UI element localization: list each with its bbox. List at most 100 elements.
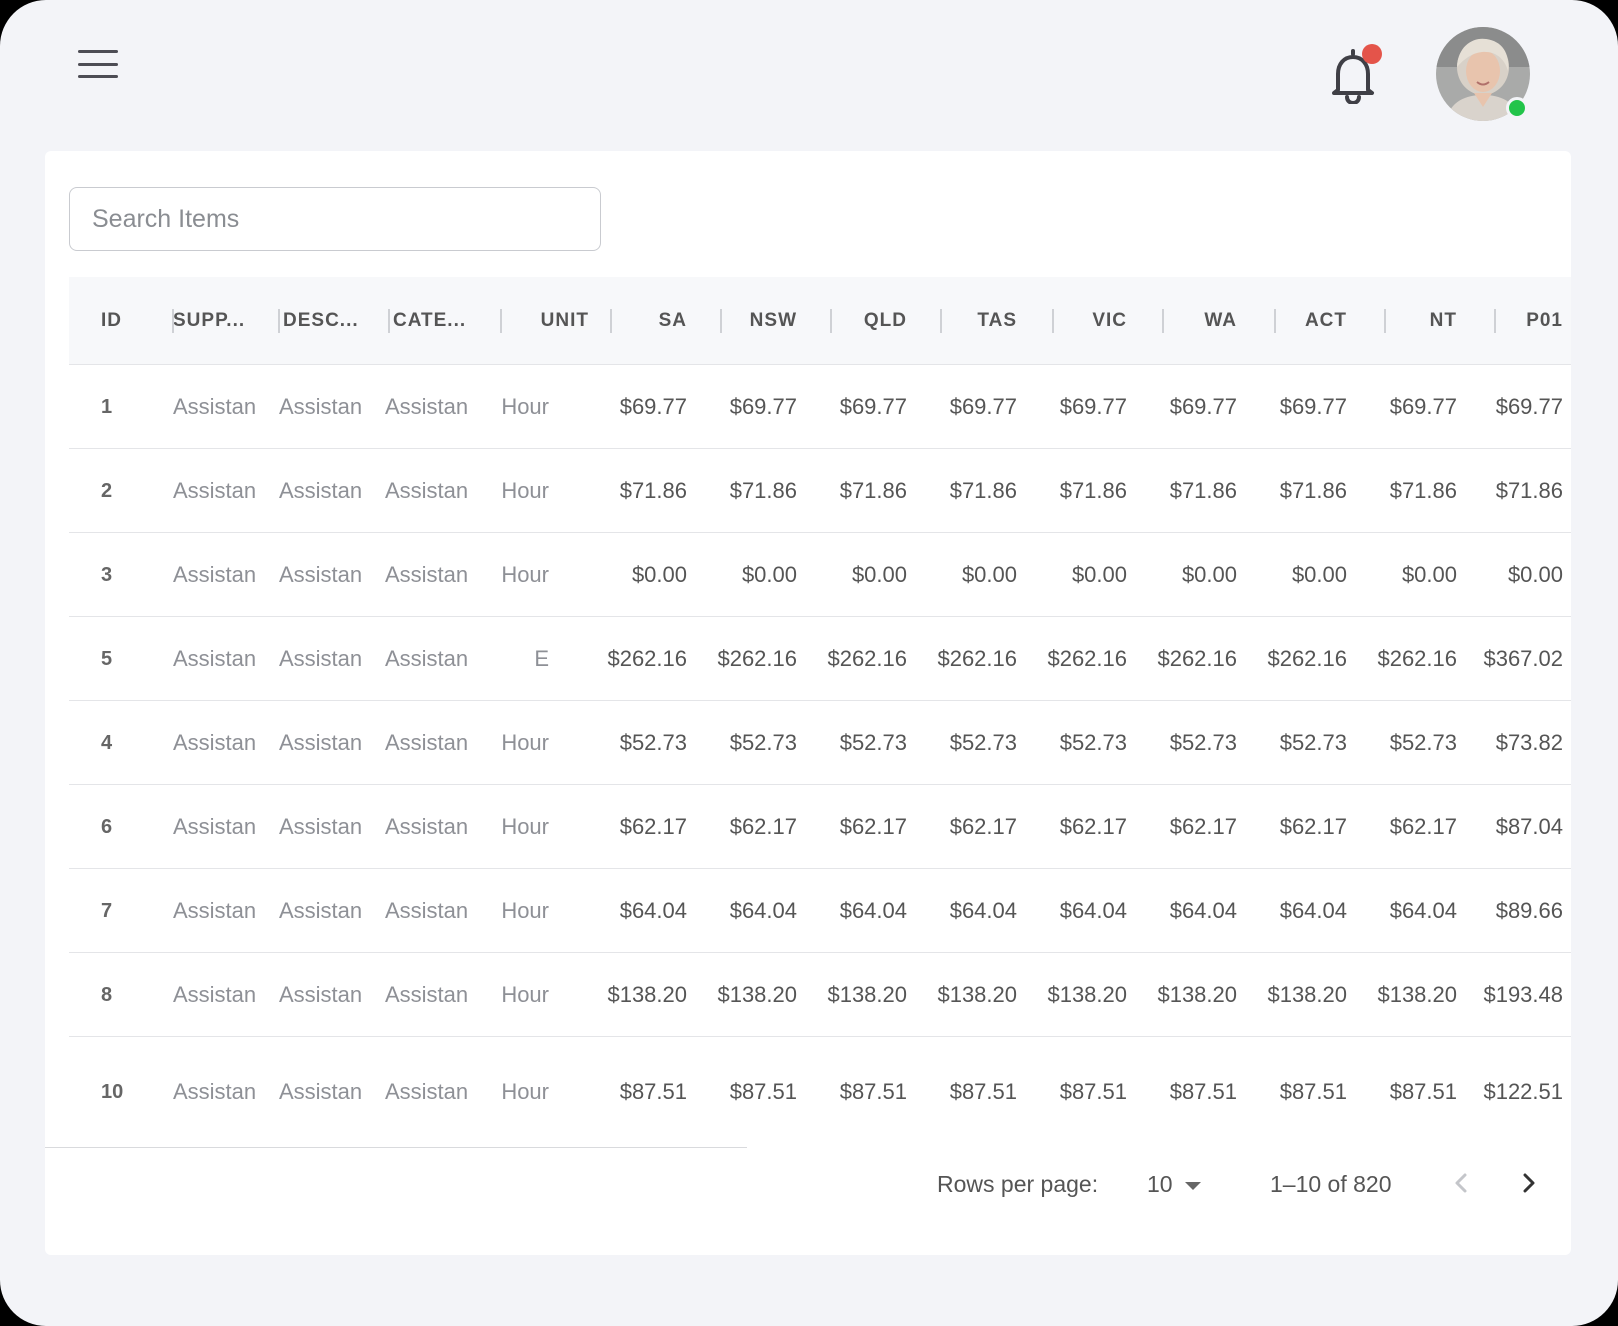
- column-header-qld[interactable]: QLD: [864, 277, 907, 365]
- cell-price: $138.20: [1377, 982, 1457, 1007]
- cell-id: 7: [101, 900, 113, 922]
- cell-category: Assistan: [385, 646, 467, 671]
- cell-price: $0.00: [1291, 562, 1347, 587]
- cell-support-item: Assistan: [173, 982, 255, 1007]
- column-header-act[interactable]: ACT: [1305, 277, 1347, 365]
- column-header-id[interactable]: ID: [101, 277, 122, 365]
- column-separator[interactable]: [1052, 309, 1054, 333]
- notification-badge: [1362, 44, 1382, 64]
- cell-support-item: Assistan: [173, 646, 255, 671]
- column-header-supp[interactable]: SUPP...: [173, 277, 245, 365]
- cell-price: $138.20: [937, 982, 1017, 1007]
- cell-id: 6: [101, 816, 113, 838]
- cell-price: $69.77: [949, 394, 1017, 419]
- cell-id: 3: [101, 564, 113, 586]
- cell-price: $69.77: [619, 394, 687, 419]
- cell-price: $87.51: [729, 1079, 797, 1104]
- previous-page-button[interactable]: [1441, 1161, 1481, 1205]
- cell-price: $262.16: [1267, 646, 1347, 671]
- table-row[interactable]: 5 Assistan Assistan Assistan E $262.16 $262.16…: [69, 617, 1571, 701]
- cell-price: $87.51: [1059, 1079, 1127, 1104]
- column-header-p01[interactable]: P01: [1526, 277, 1563, 365]
- column-separator[interactable]: [1384, 309, 1386, 333]
- cell-price: $71.86: [619, 478, 687, 503]
- chevron-right-icon: [1523, 1173, 1535, 1193]
- column-separator[interactable]: [830, 309, 832, 333]
- cell-price: $71.86: [729, 478, 797, 503]
- notification-bell-icon[interactable]: [1326, 44, 1382, 106]
- cell-unit: Hour: [501, 730, 549, 755]
- cell-price: $0.00: [741, 562, 797, 587]
- column-header-unit[interactable]: UNIT: [541, 277, 589, 365]
- cell-support-item: Assistan: [173, 562, 255, 587]
- cell-price: $0.00: [631, 562, 687, 587]
- cell-support-item: Assistan: [173, 478, 255, 503]
- table-row[interactable]: 6 Assistan Assistan Assistan Hour $62.17 $62.1…: [69, 785, 1571, 869]
- cell-price: $62.17: [1059, 814, 1127, 839]
- cell-price: $64.04: [1279, 898, 1347, 923]
- column-header-nsw[interactable]: NSW: [750, 277, 797, 365]
- cell-price: $71.86: [1495, 478, 1563, 503]
- rows-per-page-select[interactable]: 10: [1147, 1171, 1201, 1198]
- user-avatar[interactable]: [1436, 27, 1530, 121]
- column-header-cate[interactable]: CATE...: [393, 277, 466, 365]
- column-header-vic[interactable]: VIC: [1092, 277, 1127, 365]
- column-header-tas[interactable]: TAS: [977, 277, 1017, 365]
- cell-price: $87.51: [619, 1079, 687, 1104]
- table-row[interactable]: 7 Assistan Assistan Assistan Hour $64.04 $64.0…: [69, 869, 1571, 953]
- column-header-wa[interactable]: WA: [1204, 277, 1237, 365]
- cell-category: Assistan: [385, 982, 467, 1007]
- cell-description: Assistan: [279, 982, 361, 1007]
- table-row[interactable]: 1 Assistan Assistan Assistan Hour $69.77 $69.7…: [69, 365, 1571, 449]
- column-header-desc[interactable]: DESC...: [283, 277, 359, 365]
- column-separator[interactable]: [172, 309, 174, 333]
- cell-support-item: Assistan: [173, 814, 255, 839]
- cell-price: $138.20: [1157, 982, 1237, 1007]
- column-separator[interactable]: [1274, 309, 1276, 333]
- cell-price: $262.16: [607, 646, 687, 671]
- cell-price: $87.51: [839, 1079, 907, 1104]
- table-row[interactable]: 8 Assistan Assistan Assistan Hour $138.20 $138…: [69, 953, 1571, 1037]
- column-separator[interactable]: [1162, 309, 1164, 333]
- column-separator[interactable]: [610, 309, 612, 333]
- cell-id: 1: [101, 396, 113, 418]
- cell-price: $0.00: [1401, 562, 1457, 587]
- cell-price: $0.00: [961, 562, 1017, 587]
- cell-price: $69.77: [1169, 394, 1237, 419]
- cell-price: $71.86: [949, 478, 1017, 503]
- column-separator[interactable]: [388, 309, 390, 333]
- cell-description: Assistan: [279, 730, 361, 755]
- column-header-sa[interactable]: SA: [659, 277, 687, 365]
- hamburger-menu-icon[interactable]: [78, 46, 122, 82]
- table-row[interactable]: 10 Assistan Assistan Assistan Hour $87.51 $87.…: [69, 1046, 1571, 1138]
- column-separator[interactable]: [1494, 309, 1496, 333]
- cell-price: $71.86: [1279, 478, 1347, 503]
- table-row[interactable]: 4 Assistan Assistan Assistan Hour $52.73 $52.7…: [69, 701, 1571, 785]
- cell-price: $62.17: [1389, 814, 1457, 839]
- cell-price: $69.77: [839, 394, 907, 419]
- column-separator[interactable]: [278, 309, 280, 333]
- footer-divider: [45, 1147, 747, 1148]
- cell-description: Assistan: [279, 814, 361, 839]
- table-row[interactable]: 2 Assistan Assistan Assistan Hour $71.86 $71.8…: [69, 449, 1571, 533]
- column-header-nt[interactable]: NT: [1430, 277, 1457, 365]
- cell-price: $138.20: [827, 982, 907, 1007]
- cell-support-item: Assistan: [173, 394, 255, 419]
- cell-price: $64.04: [949, 898, 1017, 923]
- column-separator[interactable]: [720, 309, 722, 333]
- cell-price: $262.16: [1377, 646, 1457, 671]
- search-input[interactable]: [69, 187, 601, 251]
- cell-price: $69.77: [1389, 394, 1457, 419]
- cell-price: $64.04: [619, 898, 687, 923]
- cell-category: Assistan: [385, 478, 467, 503]
- next-page-button[interactable]: [1509, 1161, 1549, 1205]
- cell-price: $62.17: [1279, 814, 1347, 839]
- table-row[interactable]: 3 Assistan Assistan Assistan Hour $0.00 $0.00 $…: [69, 533, 1571, 617]
- cell-description: Assistan: [279, 898, 361, 923]
- cell-price: $52.73: [949, 730, 1017, 755]
- cell-price: $64.04: [839, 898, 907, 923]
- table-header: ID SUPP... DESC... CATE... UNIT SA NSW QLD TAS VI…: [69, 277, 1571, 365]
- cell-price: $138.20: [717, 982, 797, 1007]
- column-separator[interactable]: [500, 309, 502, 333]
- column-separator[interactable]: [940, 309, 942, 333]
